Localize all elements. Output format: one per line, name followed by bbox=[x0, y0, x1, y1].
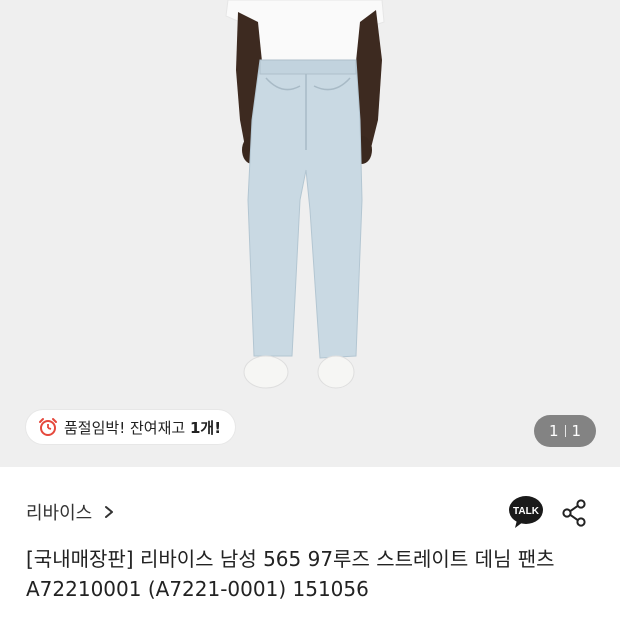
product-image[interactable]: 품절임박! 잔여재고 1개! 1 1 bbox=[0, 0, 620, 467]
stock-warning-prefix: 품절임박! 잔여재고 bbox=[64, 418, 190, 437]
pager-total: 1 bbox=[571, 422, 582, 440]
kakao-talk-icon[interactable]: TALK bbox=[508, 495, 544, 529]
image-pager: 1 1 bbox=[534, 415, 596, 447]
product-title: [국내매장판] 리바이스 남성 565 97루즈 스트레이트 데님 팬츠 A72… bbox=[26, 547, 555, 601]
svg-text:TALK: TALK bbox=[513, 506, 540, 517]
chevron-right-icon bbox=[105, 506, 114, 518]
pager-divider bbox=[564, 425, 566, 437]
pager-current: 1 bbox=[548, 422, 559, 440]
stock-warning-badge: 품절임박! 잔여재고 1개! bbox=[26, 410, 236, 444]
model-wearing-jeans-image bbox=[225, 0, 385, 389]
alarm-clock-icon bbox=[39, 418, 57, 436]
brand-link[interactable]: 리바이스 bbox=[26, 496, 116, 528]
stock-count: 1개! bbox=[189, 418, 222, 437]
brand-name: 리바이스 bbox=[26, 503, 93, 524]
share-icon[interactable] bbox=[561, 499, 587, 527]
stock-warning-text: 품절임박! 잔여재고 1개! bbox=[64, 417, 221, 438]
